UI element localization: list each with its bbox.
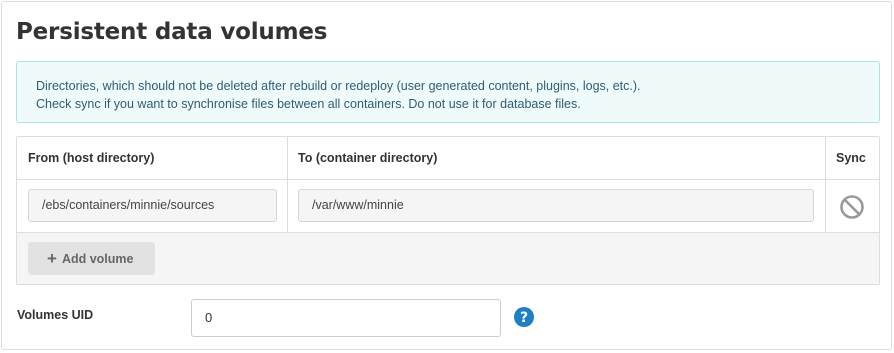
info-line-2: Check sync if you want to synchronise fi… — [36, 97, 581, 111]
add-volume-label: Add volume — [61, 252, 134, 266]
host-directory-field[interactable]: /ebs/containers/minnie/sources — [28, 189, 277, 222]
section-title: Persistent data volumes — [16, 19, 328, 45]
table-footer: + Add volume — [17, 233, 879, 284]
plus-icon: + — [47, 249, 57, 268]
question-circle-icon[interactable]: ? — [513, 306, 535, 328]
volumes-uid-label: Volumes UID — [17, 308, 94, 322]
volumes-uid-input[interactable]: 0 — [191, 299, 501, 337]
header-sync: Sync — [836, 151, 866, 165]
container-directory-field[interactable]: /var/www/minnie — [298, 189, 814, 222]
ban-icon[interactable] — [839, 194, 865, 220]
info-alert: Directories, which should not be deleted… — [16, 61, 880, 123]
add-volume-button[interactable]: + Add volume — [28, 242, 155, 275]
persistent-volumes-panel: Persistent data volumes Directories, whi… — [1, 1, 892, 350]
info-line-1: Directories, which should not be deleted… — [36, 79, 641, 93]
table-header: From (host directory) To (container dire… — [17, 137, 879, 180]
volumes-table: From (host directory) To (container dire… — [16, 136, 880, 285]
table-row: /ebs/containers/minnie/sources /var/www/… — [17, 180, 879, 233]
header-to: To (container directory) — [298, 151, 438, 165]
header-from: From (host directory) — [28, 151, 155, 165]
svg-text:?: ? — [520, 310, 528, 326]
